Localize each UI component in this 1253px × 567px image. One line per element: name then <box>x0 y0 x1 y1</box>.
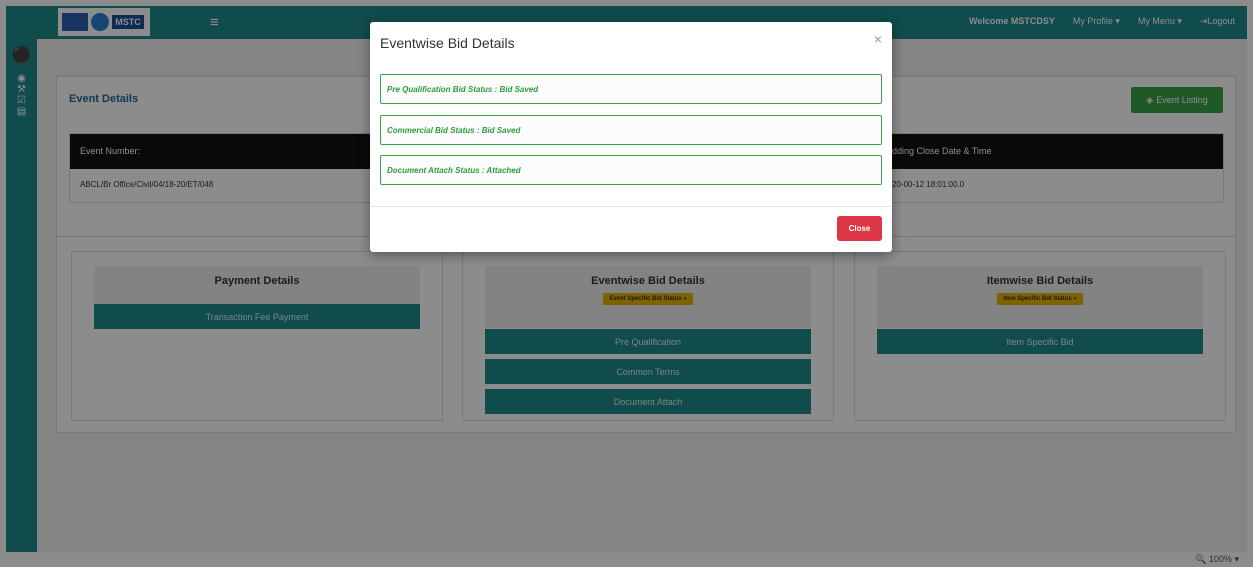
close-button[interactable]: Close <box>837 216 882 241</box>
document-attach-status: Document Attach Status : Attached <box>380 155 882 185</box>
pre-qualification-status: Pre Qualification Bid Status : Bid Saved <box>380 74 882 104</box>
commercial-bid-status: Commercial Bid Status : Bid Saved <box>380 115 882 145</box>
modal-title: Eventwise Bid Details <box>380 35 515 51</box>
modal-footer <box>370 206 892 207</box>
close-icon[interactable]: × <box>874 31 882 47</box>
eventwise-bid-details-modal: Eventwise Bid Details × Pre Qualificatio… <box>370 22 892 252</box>
modal-header: Eventwise Bid Details × <box>370 22 892 64</box>
